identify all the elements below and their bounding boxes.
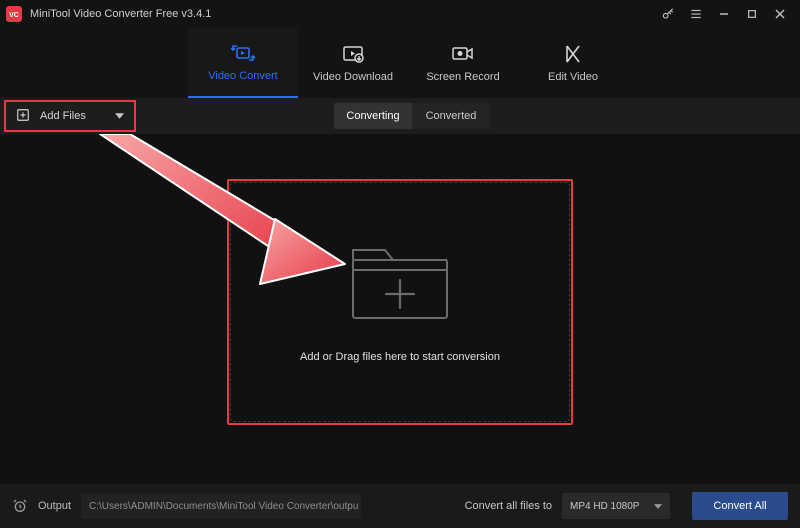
menu-icon[interactable]: [682, 0, 710, 28]
close-button[interactable]: [766, 0, 794, 28]
edit-video-icon: [563, 43, 583, 65]
output-path-field[interactable]: C:\Users\ADMIN\Documents\MiniTool Video …: [81, 493, 361, 519]
nav-video-convert[interactable]: Video Convert: [188, 28, 298, 98]
main-area: Add or Drag files here to start conversi…: [0, 134, 800, 484]
nav-label: Video Download: [313, 71, 393, 83]
video-download-icon: [342, 43, 364, 65]
nav-edit-video[interactable]: Edit Video: [518, 28, 628, 98]
add-files-label: Add Files: [40, 110, 86, 122]
toolbar: Add Files Converting Converted: [0, 98, 800, 134]
bottom-bar: Output C:\Users\ADMIN\Documents\MiniTool…: [0, 484, 800, 528]
chevron-down-icon: [115, 110, 124, 122]
minimize-button[interactable]: [710, 0, 738, 28]
nav-label: Edit Video: [548, 71, 598, 83]
folder-add-icon: [345, 242, 455, 333]
add-files-icon: [16, 108, 30, 125]
convert-all-to-label: Convert all files to: [465, 500, 552, 512]
key-icon[interactable]: [654, 0, 682, 28]
titlebar: VC MiniTool Video Converter Free v3.4.1: [0, 0, 800, 28]
nav-video-download[interactable]: Video Download: [298, 28, 408, 98]
chevron-down-icon: [654, 501, 662, 512]
app-logo: VC: [6, 6, 22, 22]
top-nav: Video Convert Video Download Screen Reco…: [0, 28, 800, 98]
video-convert-icon: [230, 42, 256, 64]
tab-converted[interactable]: Converted: [412, 103, 490, 129]
drop-zone[interactable]: Add or Drag files here to start conversi…: [230, 182, 570, 422]
status-tab-switch: Converting Converted: [334, 103, 490, 129]
maximize-button[interactable]: [738, 0, 766, 28]
clock-icon[interactable]: [12, 498, 28, 514]
output-label: Output: [38, 500, 71, 512]
convert-all-button[interactable]: Convert All: [692, 492, 788, 520]
screen-record-icon: [451, 43, 475, 65]
nav-screen-record[interactable]: Screen Record: [408, 28, 518, 98]
svg-text:VC: VC: [9, 12, 19, 19]
convert-all-label: Convert All: [713, 500, 766, 512]
tab-label: Converting: [346, 110, 399, 122]
output-preset-dropdown[interactable]: MP4 HD 1080P: [562, 493, 670, 519]
nav-label: Screen Record: [426, 71, 499, 83]
add-files-button[interactable]: Add Files: [6, 102, 134, 130]
drop-zone-label: Add or Drag files here to start conversi…: [300, 351, 500, 363]
window-title: MiniTool Video Converter Free v3.4.1: [30, 8, 654, 20]
tab-label: Converted: [426, 110, 477, 122]
tab-converting[interactable]: Converting: [334, 103, 412, 129]
preset-value: MP4 HD 1080P: [570, 501, 639, 512]
nav-label: Video Convert: [208, 70, 278, 82]
output-path-text: C:\Users\ADMIN\Documents\MiniTool Video …: [89, 501, 358, 512]
